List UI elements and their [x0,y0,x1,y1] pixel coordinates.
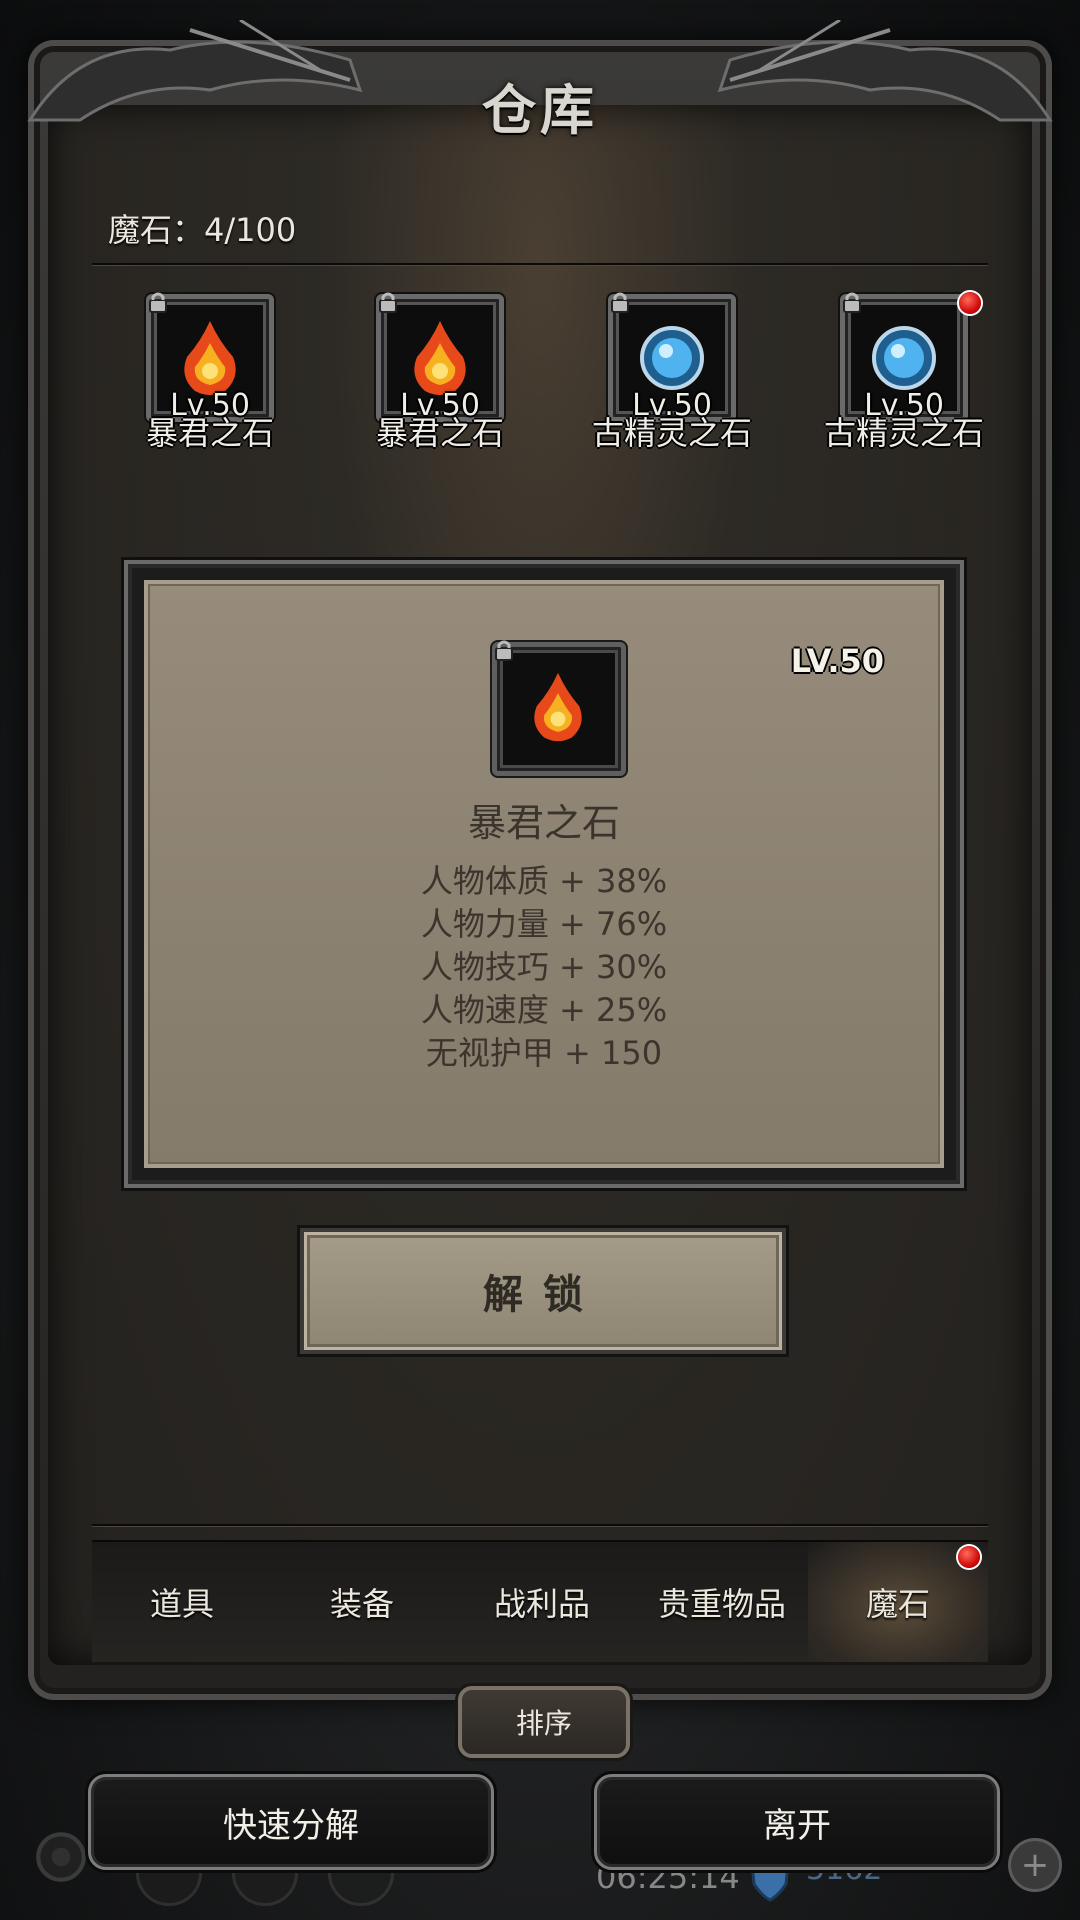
divider [92,1524,988,1526]
item-slot[interactable]: Lv.50 古精灵之石 [794,290,1014,452]
settings-gear-icon[interactable] [30,1826,92,1888]
fire-stone-icon [414,321,466,395]
lock-icon [149,292,167,313]
stat-list: 人物体质 + 38% 人物力量 + 76% 人物技巧 + 30% 人物速度 + … [144,860,944,1075]
tab-magic-stones-label: 魔石 [865,1585,930,1623]
item-name: 古精灵之石 [823,414,984,452]
stat-line: 人物速度 + 25% [420,991,668,1029]
tab-equipment[interactable]: 装备 [272,1542,452,1662]
ice-stone-icon [872,326,936,390]
detail-item-name: 暴君之石 [467,801,620,845]
add-icon[interactable]: + [1008,1838,1062,1892]
stat-line: 人物技巧 + 30% [420,948,668,986]
item-slot[interactable]: Lv.50 古精灵之石 [562,290,782,452]
lock-icon [379,292,397,313]
sort-button[interactable]: 排序 [458,1686,630,1758]
unlock-label: 解锁 [483,1272,603,1318]
fire-stone-icon [184,321,236,395]
fire-stone-icon [534,672,582,742]
detail-item-slot [492,640,626,776]
frame-ornament-icon [717,20,1053,122]
stat-line: 人物力量 + 76% [420,905,668,943]
stat-line: 无视护甲 + 150 [425,1034,663,1072]
leave-button[interactable]: 离开 [594,1774,1000,1870]
divider [92,263,988,265]
page-title: 仓库 [482,77,598,142]
ice-stone-icon [640,326,704,390]
unlock-button[interactable]: 解锁 [300,1228,786,1354]
notification-dot [959,292,981,314]
quick-disassemble-button[interactable]: 快速分解 [88,1774,494,1870]
lock-icon [495,640,513,661]
item-slot[interactable]: Lv.50 暴君之石 [100,290,320,452]
item-slot[interactable]: Lv.50 暴君之石 [330,290,550,452]
item-detail-card: LV.50 暴君之石 人物体质 + 38% 人物力量 + 76% 人物技巧 + … [124,560,964,1188]
title-plate: 仓库 [440,50,640,160]
magic-stone-count: 魔石：4/100 [108,211,297,249]
stat-line: 人物体质 + 38% [420,862,668,900]
tab-bar: 道具 装备 战利品 贵重物品 魔石 [92,1540,988,1662]
tab-items[interactable]: 道具 [92,1542,272,1662]
detail-level: LV.50 [790,642,884,680]
notification-dot [958,1546,980,1568]
frame-ornament-icon [27,20,363,122]
lock-icon [843,292,861,313]
tab-valuables[interactable]: 贵重物品 [632,1542,812,1662]
tab-loot[interactable]: 战利品 [452,1542,632,1662]
item-grid: Lv.50 暴君之石 Lv.50 暴君之石 Lv.50 古精灵之石 Lv.50 … [100,290,984,452]
lock-icon [611,292,629,313]
